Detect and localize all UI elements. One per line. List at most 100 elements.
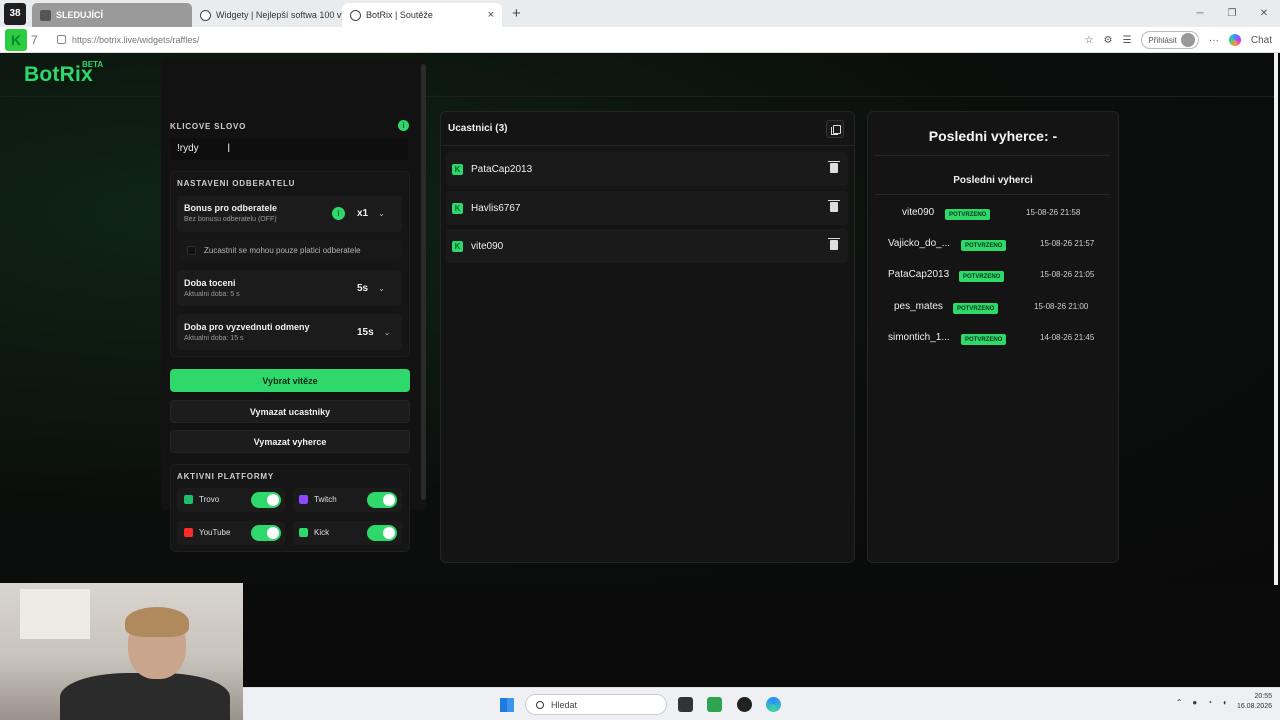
youtube-icon [184,528,193,537]
claim-time-select[interactable]: 15s ⌄ [357,327,390,338]
kick-toggle[interactable] [367,525,397,541]
tab-favicon-icon [200,9,211,21]
kick-icon: K [452,202,463,214]
bonus-multiplier-value: x1 [357,208,369,219]
twitch-icon [299,495,308,504]
webcam-person-body [60,673,230,720]
tab-label: SLEDUJÍCÍ [56,10,104,20]
winner-row: vite090 POTVRZENO 15-08-26 21:58 [878,207,1108,227]
trash-icon[interactable] [828,200,840,212]
status-badge: POTVRZENO [961,334,1007,345]
new-tab-button[interactable]: + [512,5,521,22]
trovo-toggle[interactable] [251,492,281,508]
clear-winners-button[interactable]: Vymazat vyherce [170,430,410,453]
copilot-label[interactable]: Chat [1251,35,1272,46]
webcam-background [20,589,90,639]
tab-label: BotRix | Soutěže [366,10,433,20]
sign-in-button[interactable]: Přihlásit [1141,31,1199,49]
browser-tab[interactable]: SLEDUJÍCÍ [32,3,192,27]
winner-row: Vajicko_do_... POTVRZENO 15-08-26 21:57 [878,238,1108,258]
youtube-toggle[interactable] [251,525,281,541]
tray-app-icon[interactable]: ● [1192,698,1197,707]
sign-in-label: Přihlásit [1148,35,1177,45]
platform-kick: Kick [299,528,329,537]
page-scrollbar[interactable] [1274,53,1278,585]
maximize-icon[interactable]: ❐ [1216,0,1248,27]
clock-time: 20:55 [1254,693,1272,700]
paid-only-row[interactable]: Zucastnit se mohou pouze platici odberat… [177,240,402,260]
favorites-icon[interactable]: ☰ [1122,35,1131,46]
copilot-icon[interactable] [1228,34,1241,46]
info-icon[interactable]: i [332,207,345,220]
info-icon[interactable]: i [398,120,409,131]
claim-time-subtitle: Aktualni doba: 15 s [184,335,244,342]
bonus-title: Bonus pro odberatele [184,203,278,213]
minimize-icon[interactable]: ─ [1184,0,1216,27]
subscriber-settings-label: NASTAVENI ODBERATELU [177,179,296,188]
volume-icon[interactable]: ◖ [1222,698,1227,707]
webcam-overlay [0,583,243,720]
participants-title: Ucastnici (3) [448,123,508,134]
file-explorer-icon[interactable] [678,697,693,712]
close-icon[interactable]: × [488,9,494,21]
taskbar-search-label: Hledat [551,699,578,710]
kick-icon: K [452,240,463,252]
winner-date: 15-08-26 21:05 [1040,270,1095,279]
clock[interactable]: 20:55 16.08.2026 [1237,692,1272,712]
winner-row: simontich_1... POTVRZENO 14-08-26 21:45 [878,332,1108,352]
twitch-toggle[interactable] [367,492,397,508]
extensions-icon[interactable]: ⚙ [1103,35,1112,46]
winner-date: 14-08-26 21:45 [1040,333,1095,342]
winner-row: PataCap2013 POTVRZENO 15-08-26 21:05 [878,269,1108,289]
trash-icon[interactable] [828,238,840,250]
participant-row: K PataCap2013 [446,152,848,186]
taskbar-search[interactable]: Hledat [525,694,667,715]
spin-time-select[interactable]: 5s ⌄ [357,283,385,294]
platform-label: Kick [314,528,330,537]
browser-tab-active[interactable]: BotRix | Soutěže × [342,3,502,27]
pick-winner-button[interactable]: Vybrat vitěze [170,369,410,392]
chevron-down-icon: ⌄ [378,284,385,293]
claim-time-value: 15s [357,327,374,338]
site-info-icon[interactable] [57,35,66,44]
winner-name: simontich_1... [888,332,950,343]
platform-twitch: Twitch [299,495,337,504]
bonus-multiplier-select[interactable]: x1 ⌄ [357,208,385,219]
status-badge: POTVRZENO [961,240,1007,251]
kick-extension-icon[interactable]: K [5,28,27,51]
browser-tab[interactable]: Widgety | Nejlepší softwa 100 vy × [192,3,342,27]
app-icon[interactable] [737,697,752,712]
spin-time-subtitle: Aktualni doba: 5 s [184,291,240,298]
system-tray: ⌃ ● ◔ ◖ 20:55 16.08.2026 [1176,692,1272,712]
beta-badge: BETA [82,60,104,69]
clock-date: 16.08.2026 [1236,703,1272,710]
last-winner-heading: Posledni vyherce: - [928,128,1058,144]
search-icon [536,700,544,709]
paid-only-label: Zucastnit se mohou pouze platici odberat… [204,245,361,255]
status-badge: POTVRZENO [953,303,999,314]
tab-label: Widgety | Nejlepší softwa 100 vy [216,10,342,20]
url-field[interactable]: https://botrix.live/widgets/raffles/ [57,35,199,45]
extension-icon[interactable]: 7 [31,33,47,47]
close-window-icon[interactable]: ✕ [1248,0,1280,27]
windows-start-icon[interactable] [500,698,514,712]
more-icon[interactable]: ··· [1209,35,1219,46]
minecraft-icon[interactable] [707,697,722,712]
edge-browser-icon[interactable] [766,697,781,712]
divider [875,155,1110,156]
paid-only-checkbox[interactable] [187,245,196,255]
keyword-input[interactable]: !rydy [170,138,408,160]
star-icon[interactable]: ☆ [1085,35,1094,46]
clear-participants-button[interactable]: Vymazat ucastniky [170,400,410,423]
trovo-icon [184,495,193,504]
chevron-up-icon[interactable]: ⌃ [1176,698,1183,707]
trash-icon[interactable] [828,161,840,173]
network-icon[interactable]: ◔ [1207,698,1212,707]
divider [441,145,854,146]
platform-label: YouTube [199,528,231,537]
settings-scrollbar[interactable] [421,64,426,500]
tab-count-badge[interactable]: 38 [4,2,26,25]
winner-date: 15-08-26 21:58 [1026,208,1081,217]
copy-icon[interactable] [826,120,844,138]
participant-row: K Havlis6767 [446,191,848,225]
